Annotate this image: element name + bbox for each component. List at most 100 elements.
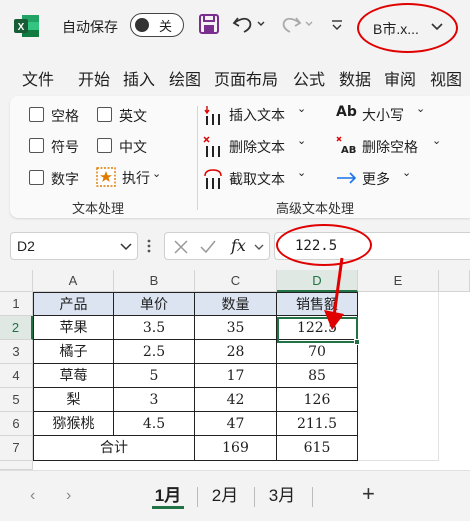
chevron-down-icon[interactable] (253, 243, 265, 253)
table-cell[interactable]: 苹果 (33, 316, 114, 340)
column-header-f[interactable] (439, 270, 470, 292)
tab-draw[interactable]: 绘图 (169, 66, 201, 90)
delete-space-icon: AB (336, 136, 356, 156)
tab-data[interactable]: 数据 (339, 66, 371, 90)
checkbox-box[interactable] (29, 170, 44, 185)
table-cell[interactable]: 4.5 (114, 412, 195, 436)
ribbon-panel: 空格 英文 符号 中文 数字 执行 ⌄ 文本处理 插入文本 ⌄ 删除文本 ⌄ 截… (10, 96, 470, 218)
checkbox-box[interactable] (29, 107, 44, 122)
sheet-tab-2[interactable]: 2月 (209, 481, 241, 506)
checkbox-box[interactable] (29, 138, 44, 153)
delete-space-icon-text: AB (341, 145, 356, 156)
name-box[interactable]: D2 (10, 232, 138, 260)
checkbox-box[interactable] (97, 107, 112, 122)
tab-formulas[interactable]: 公式 (293, 66, 325, 90)
tab-file[interactable]: 文件 (22, 66, 54, 90)
select-all-corner[interactable] (0, 270, 33, 292)
annotation-arrow-icon (324, 257, 344, 330)
table-cell[interactable]: 126 (277, 388, 358, 412)
arrow-right-icon (337, 172, 357, 184)
redo-icon[interactable] (280, 13, 314, 35)
tab-divider (312, 487, 313, 507)
sheet-tab-1[interactable]: 1月 (152, 481, 184, 509)
chevron-down-icon: ⌄ (152, 168, 162, 180)
table-cell[interactable]: 211.5 (277, 412, 358, 436)
case-icon: Ab (336, 104, 357, 120)
total-sales-cell[interactable]: 615 (277, 436, 358, 461)
group-label-advanced: 高级文本处理 (276, 201, 355, 216)
execute-label: 执行 (122, 170, 150, 186)
tab-insert[interactable]: 插入 (123, 66, 155, 90)
chevron-down-icon: ⌄ (297, 135, 307, 147)
chevron-down-icon[interactable] (119, 241, 133, 253)
more-options-icon[interactable] (146, 238, 152, 254)
add-sheet-button[interactable]: + (362, 481, 375, 507)
tab-page-layout[interactable]: 页面布局 (214, 66, 278, 90)
table-cell[interactable]: 28 (195, 340, 277, 364)
table-cell[interactable]: 橘子 (33, 340, 114, 364)
name-box-value: D2 (17, 238, 35, 254)
row-header[interactable]: 4 (0, 364, 33, 388)
empty-cells[interactable] (358, 292, 439, 461)
tab-divider (254, 487, 255, 507)
row-header[interactable]: 7 (0, 436, 33, 461)
fill-handle[interactable] (354, 339, 360, 345)
tab-view[interactable]: 视图 (430, 66, 462, 90)
save-icon[interactable] (198, 13, 220, 35)
table-cell[interactable]: 梨 (33, 388, 114, 412)
table-cell[interactable]: 3 (114, 388, 195, 412)
autosave-toggle[interactable]: 关 (130, 13, 184, 37)
extract-text-label: 截取文本 (229, 171, 285, 187)
table-header-cell[interactable]: 产品 (33, 292, 114, 316)
toggle-knob (135, 17, 149, 32)
row-header[interactable] (0, 461, 33, 470)
table-cell[interactable]: 草莓 (33, 364, 114, 388)
table-cell[interactable]: 42 (195, 388, 277, 412)
insert-text-icon (204, 106, 220, 125)
table-cell[interactable]: 17 (195, 364, 277, 388)
execute-icon (96, 167, 116, 187)
chevron-left-icon[interactable]: ‹ (30, 487, 35, 505)
spreadsheet-grid[interactable]: A B C D E 1 2 3 4 5 6 7 产品 单价 数量 销售额 苹果 … (0, 270, 470, 470)
undo-icon[interactable] (232, 13, 266, 35)
group-label-text-processing: 文本处理 (72, 201, 125, 216)
row-header[interactable]: 5 (0, 388, 33, 412)
cancel-icon[interactable] (173, 239, 189, 255)
insert-function-icon[interactable]: fx (231, 236, 246, 255)
file-name-annotation (357, 3, 458, 53)
table-cell[interactable]: 47 (195, 412, 277, 436)
enter-icon[interactable] (199, 239, 217, 255)
column-header-e[interactable]: E (358, 270, 439, 292)
ribbon-tabs: 文件 开始 插入 绘图 页面布局 公式 数据 审阅 视图 (0, 60, 470, 90)
checkbox-label: 符号 (51, 139, 79, 155)
column-header-c[interactable]: C (195, 270, 277, 292)
chevron-right-icon[interactable]: › (66, 487, 71, 505)
table-cell[interactable]: 5 (114, 364, 195, 388)
total-label-cell[interactable]: 合计 (33, 436, 195, 461)
row-header[interactable]: 3 (0, 340, 33, 364)
total-quantity-cell[interactable]: 169 (195, 436, 277, 461)
table-cell[interactable]: 2.5 (114, 340, 195, 364)
table-header-cell[interactable]: 单价 (114, 292, 195, 316)
column-header-b[interactable]: B (114, 270, 195, 292)
case-label: 大小写 (362, 107, 404, 123)
table-header-cell[interactable]: 数量 (195, 292, 277, 316)
tab-home[interactable]: 开始 (78, 66, 110, 90)
tab-review[interactable]: 审阅 (384, 66, 416, 90)
customize-qat-icon[interactable] (330, 13, 344, 35)
chevron-down-icon: ⌄ (416, 103, 426, 115)
column-header-a[interactable]: A (33, 270, 114, 292)
row-header[interactable]: 2 (0, 316, 33, 340)
row-header[interactable]: 6 (0, 412, 33, 436)
table-cell[interactable]: 猕猴桃 (33, 412, 114, 436)
table-cell[interactable]: 35 (195, 316, 277, 340)
chevron-down-icon: ⌄ (297, 103, 307, 115)
sheet-tab-3[interactable]: 3月 (266, 481, 298, 506)
table-cell[interactable]: 70 (277, 340, 358, 364)
checkbox-box[interactable] (97, 138, 112, 153)
table-cell[interactable]: 3.5 (114, 316, 195, 340)
delete-text-label: 删除文本 (229, 139, 285, 155)
svg-text:X: X (18, 22, 25, 33)
table-cell[interactable]: 85 (277, 364, 358, 388)
row-header[interactable]: 1 (0, 292, 33, 316)
